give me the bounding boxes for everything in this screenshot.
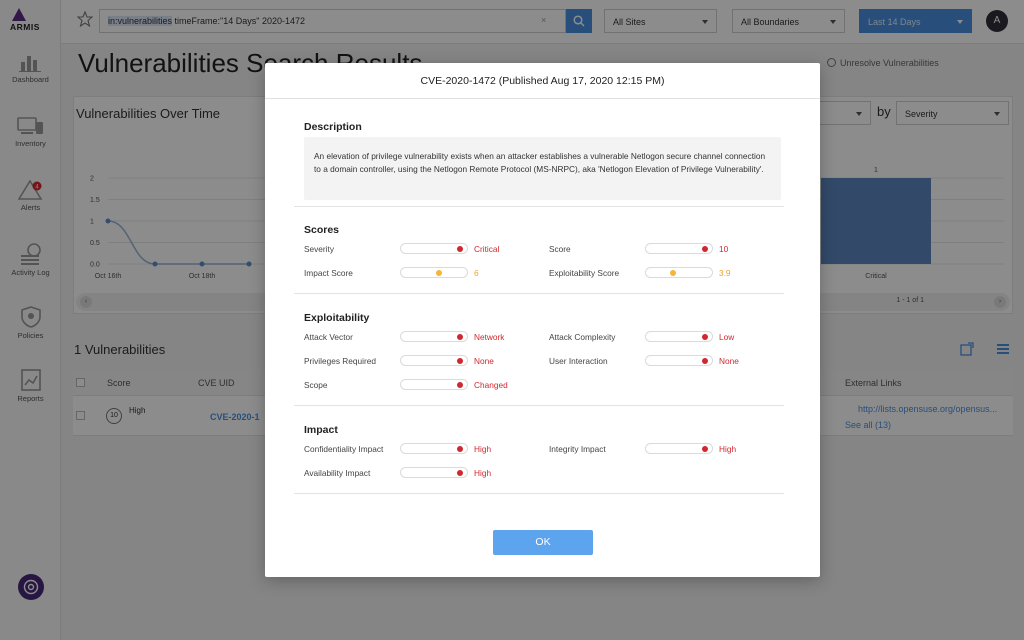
divider bbox=[294, 206, 784, 207]
description-title: Description bbox=[304, 121, 362, 133]
metric-indicator bbox=[457, 246, 463, 252]
metric-bar bbox=[400, 331, 468, 342]
metric-score: Score 10 bbox=[549, 242, 789, 256]
metric-bar bbox=[645, 443, 713, 454]
metric-value: Low bbox=[719, 332, 735, 342]
scores-title: Scores bbox=[304, 224, 340, 236]
metric-label: User Interaction bbox=[549, 356, 608, 366]
metric-value: Changed bbox=[474, 380, 508, 390]
metric-attack-complexity: Attack Complexity Low bbox=[549, 330, 789, 344]
metric-value: 6 bbox=[474, 268, 479, 278]
metric-label: Attack Vector bbox=[304, 332, 353, 342]
cve-details-modal: CVE-2020-1472 (Published Aug 17, 2020 12… bbox=[265, 63, 820, 577]
exploitability-title: Exploitability bbox=[304, 312, 370, 324]
metric-label: Exploitability Score bbox=[549, 268, 620, 278]
metric-bar bbox=[400, 355, 468, 366]
metric-indicator bbox=[702, 334, 708, 340]
description-text: An elevation of privilege vulnerability … bbox=[304, 137, 781, 200]
metric-user-interaction: User Interaction None bbox=[549, 354, 789, 368]
metric-value: Critical bbox=[474, 244, 500, 254]
metric-label: Impact Score bbox=[304, 268, 353, 278]
divider bbox=[294, 493, 784, 494]
metric-label: Severity bbox=[304, 244, 334, 254]
metric-indicator bbox=[702, 358, 708, 364]
divider bbox=[294, 405, 784, 406]
metric-label: Availability Impact bbox=[304, 468, 371, 478]
metric-bar bbox=[400, 243, 468, 254]
metric-severity: Severity Critical bbox=[304, 242, 544, 256]
metric-bar bbox=[645, 267, 713, 278]
metric-label: Integrity Impact bbox=[549, 444, 606, 454]
metric-value: Network bbox=[474, 332, 505, 342]
metric-bar bbox=[645, 331, 713, 342]
metric-bar bbox=[645, 243, 713, 254]
metric-scope: Scope Changed bbox=[304, 378, 544, 392]
metric-bar bbox=[400, 467, 468, 478]
metric-label: Privileges Required bbox=[304, 356, 376, 366]
metric-availability-impact: Availability Impact High bbox=[304, 466, 544, 480]
metric-indicator bbox=[702, 446, 708, 452]
metric-bar bbox=[400, 379, 468, 390]
metric-indicator bbox=[457, 446, 463, 452]
metric-value: High bbox=[474, 444, 492, 454]
metric-integrity-impact: Integrity Impact High bbox=[549, 442, 789, 456]
divider bbox=[294, 293, 784, 294]
metric-indicator bbox=[702, 246, 708, 252]
metric-indicator bbox=[457, 382, 463, 388]
metric-exploitability-score: Exploitability Score 3.9 bbox=[549, 266, 789, 280]
metric-impact-score: Impact Score 6 bbox=[304, 266, 544, 280]
metric-bar bbox=[400, 443, 468, 454]
metric-label: Confidentiality Impact bbox=[304, 444, 384, 454]
metric-value: None bbox=[474, 356, 494, 366]
metric-privileges-required: Privileges Required None bbox=[304, 354, 544, 368]
modal-title: CVE-2020-1472 (Published Aug 17, 2020 12… bbox=[265, 63, 820, 99]
metric-value: 10 bbox=[719, 244, 729, 254]
impact-title: Impact bbox=[304, 424, 338, 436]
metric-value: High bbox=[474, 468, 492, 478]
metric-value: None bbox=[719, 356, 739, 366]
metric-label: Attack Complexity bbox=[549, 332, 616, 342]
metric-indicator bbox=[436, 270, 443, 276]
metric-label: Scope bbox=[304, 380, 328, 390]
metric-indicator bbox=[457, 334, 463, 340]
metric-indicator bbox=[457, 470, 463, 476]
metric-value: 3.9 bbox=[719, 268, 731, 278]
metric-bar bbox=[400, 267, 468, 278]
metric-attack-vector: Attack Vector Network bbox=[304, 330, 544, 344]
metric-confidentiality-impact: Confidentiality Impact High bbox=[304, 442, 544, 456]
ok-button[interactable]: OK bbox=[493, 530, 593, 555]
metric-label: Score bbox=[549, 244, 571, 254]
metric-indicator bbox=[457, 358, 463, 364]
metric-value: High bbox=[719, 444, 737, 454]
metric-indicator bbox=[670, 270, 677, 276]
metric-bar bbox=[645, 355, 713, 366]
